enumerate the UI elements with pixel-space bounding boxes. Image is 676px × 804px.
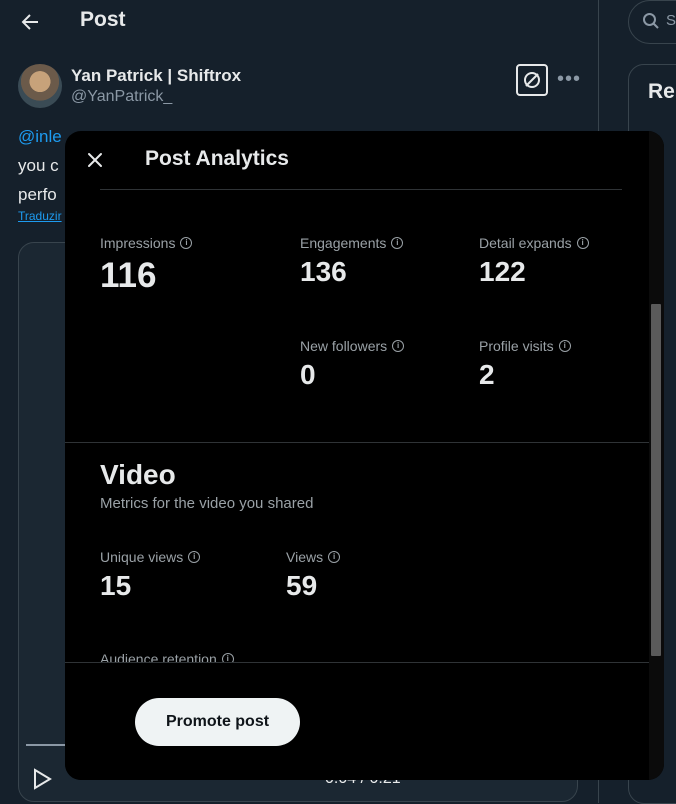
info-icon[interactable]: i xyxy=(576,237,589,249)
close-icon[interactable] xyxy=(83,148,107,172)
side-panel-title: Re xyxy=(648,80,675,103)
metric-label: Unique views xyxy=(100,549,184,565)
avatar[interactable] xyxy=(18,64,62,108)
modal-header: Post Analytics xyxy=(65,131,664,189)
metric-impressions: Impressions i 116 xyxy=(100,235,193,296)
info-icon[interactable]: i xyxy=(180,237,193,249)
metric-label: Detail expands xyxy=(479,235,572,251)
metric-label: Engagements xyxy=(300,235,387,251)
page-title: Post xyxy=(80,8,126,31)
header-divider xyxy=(100,189,622,190)
info-icon[interactable]: i xyxy=(558,340,571,352)
section-divider xyxy=(65,442,649,443)
metric-value: 116 xyxy=(100,256,157,295)
author-name[interactable]: Yan Patrick | Shiftrox xyxy=(71,66,241,86)
scrollbar-thumb[interactable] xyxy=(651,304,661,656)
modal-title: Post Analytics xyxy=(145,147,289,170)
promote-post-button[interactable]: Promote post xyxy=(135,698,300,746)
grok-button[interactable] xyxy=(516,64,548,96)
info-icon[interactable]: i xyxy=(328,551,341,563)
translate-link[interactable]: Traduzir xyxy=(18,209,62,223)
metric-views: Views i 59 xyxy=(286,549,341,602)
video-section-subtitle: Metrics for the video you shared xyxy=(100,495,314,512)
info-icon[interactable]: i xyxy=(188,551,201,563)
metric-value: 15 xyxy=(100,570,132,601)
metric-label: New followers xyxy=(300,338,388,354)
more-icon[interactable]: ••• xyxy=(557,68,581,91)
metric-unique-views: Unique views i 15 xyxy=(100,549,201,602)
metric-detail-expands: Detail expands i 122 xyxy=(479,235,589,288)
modal-footer: Promote post xyxy=(65,663,649,780)
info-icon[interactable]: i xyxy=(391,237,404,249)
metric-label: Impressions xyxy=(100,235,176,251)
metric-value: 59 xyxy=(286,570,318,601)
metric-profile-visits: Profile visits i 2 xyxy=(479,338,571,391)
info-icon[interactable]: i xyxy=(392,340,405,352)
post-analytics-modal: Post Analytics Impressions i 116 Engagem… xyxy=(65,131,664,780)
play-icon[interactable] xyxy=(32,768,52,790)
search-placeholder: S xyxy=(666,12,676,29)
metric-new-followers: New followers i 0 xyxy=(300,338,405,391)
metric-label: Profile visits xyxy=(479,338,554,354)
back-arrow-icon[interactable] xyxy=(18,10,42,34)
search-icon xyxy=(643,13,659,29)
metric-label: Views xyxy=(286,549,324,565)
tweet-mention[interactable]: @inle xyxy=(18,127,62,146)
metric-engagements: Engagements i 136 xyxy=(300,235,404,288)
metric-value: 2 xyxy=(479,359,495,390)
grok-icon xyxy=(524,72,540,88)
video-section-title: Video xyxy=(100,459,176,490)
author-handle[interactable]: @YanPatrick_ xyxy=(71,88,172,106)
metric-value: 0 xyxy=(300,359,316,390)
metric-value: 136 xyxy=(300,256,347,287)
metric-value: 122 xyxy=(479,256,526,287)
